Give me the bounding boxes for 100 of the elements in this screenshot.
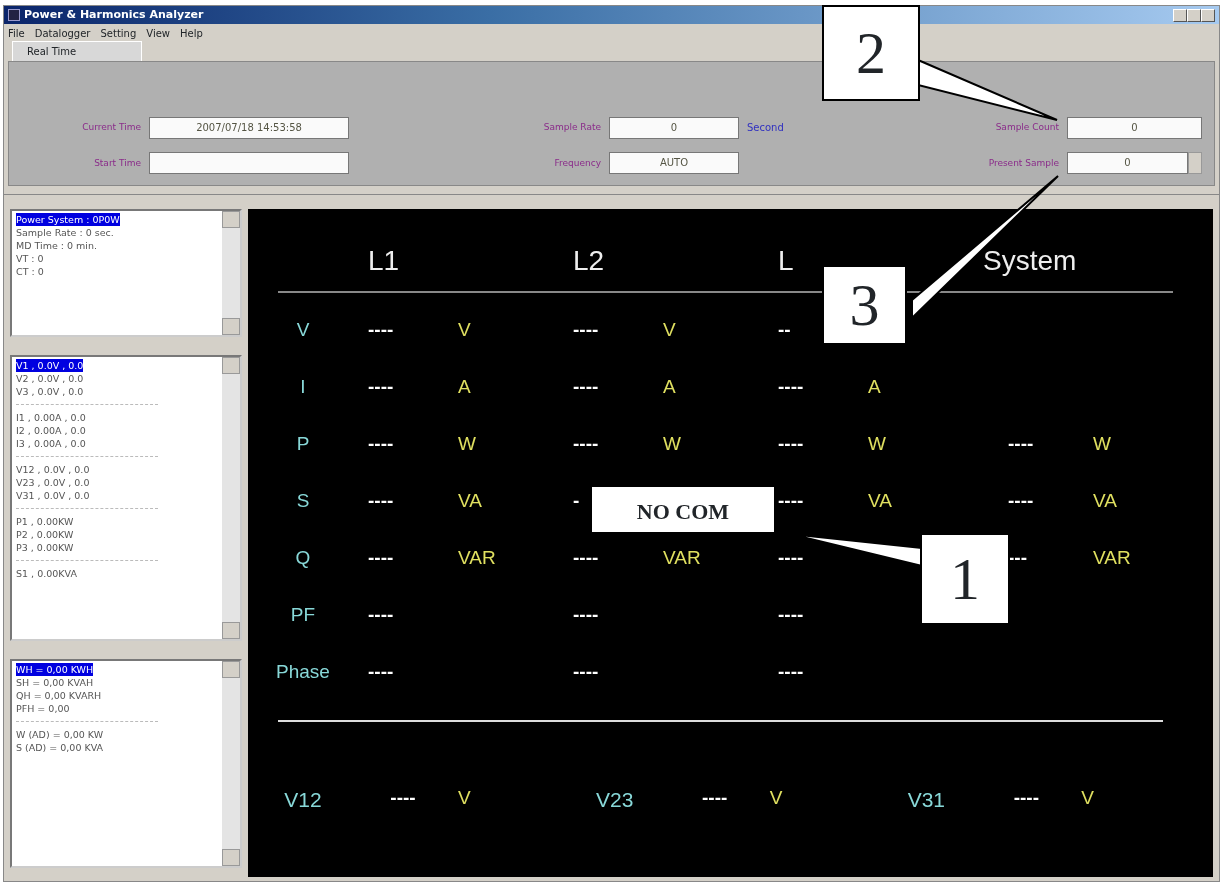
menu-item[interactable]: File: [8, 26, 25, 39]
window-title: Power & Harmonics Analyzer: [24, 6, 204, 23]
list-item[interactable]: V12 , 0.0V , 0.0: [16, 464, 90, 475]
row-label: V23: [595, 787, 635, 813]
unit-label: Second: [747, 121, 785, 136]
reading-value: ----: [701, 786, 729, 810]
reading-value: ----: [777, 662, 804, 681]
unit-label: VA: [458, 491, 483, 510]
input-field[interactable]: 0: [609, 116, 739, 139]
callout-number: 3: [822, 265, 907, 345]
list-item[interactable]: S (AD) = 0,00 KVA: [16, 742, 104, 753]
list-item[interactable]: WH = 0,00 KWH: [16, 663, 94, 676]
row-label: S: [296, 491, 310, 510]
field-label: Current Time: [81, 121, 141, 134]
menu-item[interactable]: Setting: [100, 26, 137, 39]
reading-value: ----: [1012, 786, 1040, 810]
input-field[interactable]: AUTO: [609, 152, 739, 175]
column-heading: L: [777, 247, 795, 275]
row-label: I: [300, 377, 306, 396]
list-item[interactable]: P3 , 0.00KW: [16, 542, 74, 553]
column-heading: System: [982, 247, 1078, 275]
list-item[interactable]: CT : 0: [16, 266, 44, 277]
reading-value: ----: [367, 491, 394, 510]
field-label: Present Sample: [987, 156, 1059, 170]
column-heading: L1: [367, 247, 401, 275]
list-item[interactable]: P2 , 0.00KW: [16, 529, 74, 540]
minimize-button[interactable]: [1173, 8, 1187, 22]
unit-label: V: [1081, 786, 1095, 810]
list-item[interactable]: V23 , 0.0V , 0.0: [16, 477, 90, 488]
callout-number: 1: [920, 533, 1010, 625]
app-icon: [8, 9, 20, 21]
unit-label: VAR: [1093, 548, 1132, 567]
menu-item[interactable]: Datalogger: [34, 26, 91, 39]
list-item[interactable]: MD Time : 0 min.: [16, 240, 98, 251]
list-item[interactable]: V3 , 0.0V , 0.0: [16, 386, 84, 397]
close-button[interactable]: [1201, 8, 1215, 22]
reading-value: ----: [367, 320, 394, 339]
reading-value: ----: [572, 662, 599, 681]
reading-value: ----: [572, 548, 599, 567]
list-item[interactable]: Power System : 0P0W: [16, 213, 120, 226]
reading-value: ----: [777, 491, 804, 510]
list-item[interactable]: V31 , 0.0V , 0.0: [16, 490, 90, 501]
list-item[interactable]: I3 , 0.00A , 0.0: [16, 438, 86, 449]
reading-value: ----: [777, 605, 804, 624]
scrollbar[interactable]: [222, 211, 240, 335]
list-item[interactable]: V2 , 0.0V , 0.0: [16, 373, 84, 384]
field-label: Frequency: [553, 156, 601, 170]
input-field[interactable]: [149, 152, 349, 175]
unit-label: VAR: [458, 548, 497, 567]
unit-label: VAR: [663, 548, 702, 567]
unit-label: A: [868, 377, 882, 396]
column-heading: L2: [572, 247, 606, 275]
tab[interactable]: Real Time: [12, 41, 142, 61]
reading-value: ----: [777, 434, 804, 453]
callout-number: 2: [822, 5, 920, 101]
input-field[interactable]: 0: [1067, 152, 1188, 175]
list-item[interactable]: I2 , 0.00A , 0.0: [16, 425, 86, 436]
menu-item[interactable]: View: [146, 26, 170, 39]
maximize-button[interactable]: [1187, 8, 1201, 22]
menu-item[interactable]: Help: [180, 26, 203, 39]
reading-value: ----: [1007, 491, 1034, 510]
row-label: V31: [906, 787, 947, 813]
list-item[interactable]: VT : 0: [16, 253, 44, 264]
unit-label: W: [868, 434, 887, 453]
list-item[interactable]: W (AD) = 0,00 KW: [16, 729, 104, 740]
list-item[interactable]: PFH = 0,00: [16, 703, 70, 714]
reading-value: ----: [1007, 434, 1034, 453]
reading-value: ----: [572, 434, 599, 453]
scrollbar[interactable]: [222, 357, 240, 639]
list-item[interactable]: S1 , 0.00KVA: [16, 568, 77, 579]
unit-label: A: [663, 377, 677, 396]
list-item[interactable]: Sample Rate : 0 sec.: [16, 227, 114, 238]
reading-value: ----: [572, 320, 599, 339]
reading-value: ----: [367, 662, 394, 681]
list-item[interactable]: SH = 0,00 KVAH: [16, 677, 94, 688]
unit-label: A: [458, 377, 472, 396]
field-label: Sample Count: [994, 121, 1059, 134]
reading-value: ----: [777, 548, 804, 567]
unit-label: V: [663, 320, 677, 339]
reading-value: ----: [572, 605, 599, 624]
unit-label: V: [458, 786, 471, 810]
input-field[interactable]: 2007/07/18 14:53:58: [149, 116, 349, 139]
reading-value: ----: [367, 605, 394, 624]
reading-value: ----: [572, 377, 599, 396]
reading-value: -: [572, 491, 580, 510]
input-field[interactable]: 0: [1067, 116, 1202, 139]
unit-label: V: [769, 786, 783, 810]
unit-label: W: [663, 434, 682, 453]
list-item[interactable]: I1 , 0.00A , 0.0: [16, 412, 86, 423]
list-item[interactable]: P1 , 0.00KW: [16, 516, 74, 527]
reading-value: ----: [389, 786, 417, 810]
list-item[interactable]: QH = 0,00 KVARH: [16, 690, 102, 701]
unit-label: VA: [868, 491, 893, 510]
status-label: NO COM: [592, 487, 774, 532]
unit-label: W: [458, 434, 477, 453]
list-item[interactable]: V1 , 0.0V , 0.0: [16, 359, 84, 372]
scrollbar[interactable]: [222, 661, 240, 866]
row-label: V: [296, 320, 310, 339]
unit-label: V: [458, 320, 472, 339]
unit-label: W: [1093, 434, 1112, 453]
